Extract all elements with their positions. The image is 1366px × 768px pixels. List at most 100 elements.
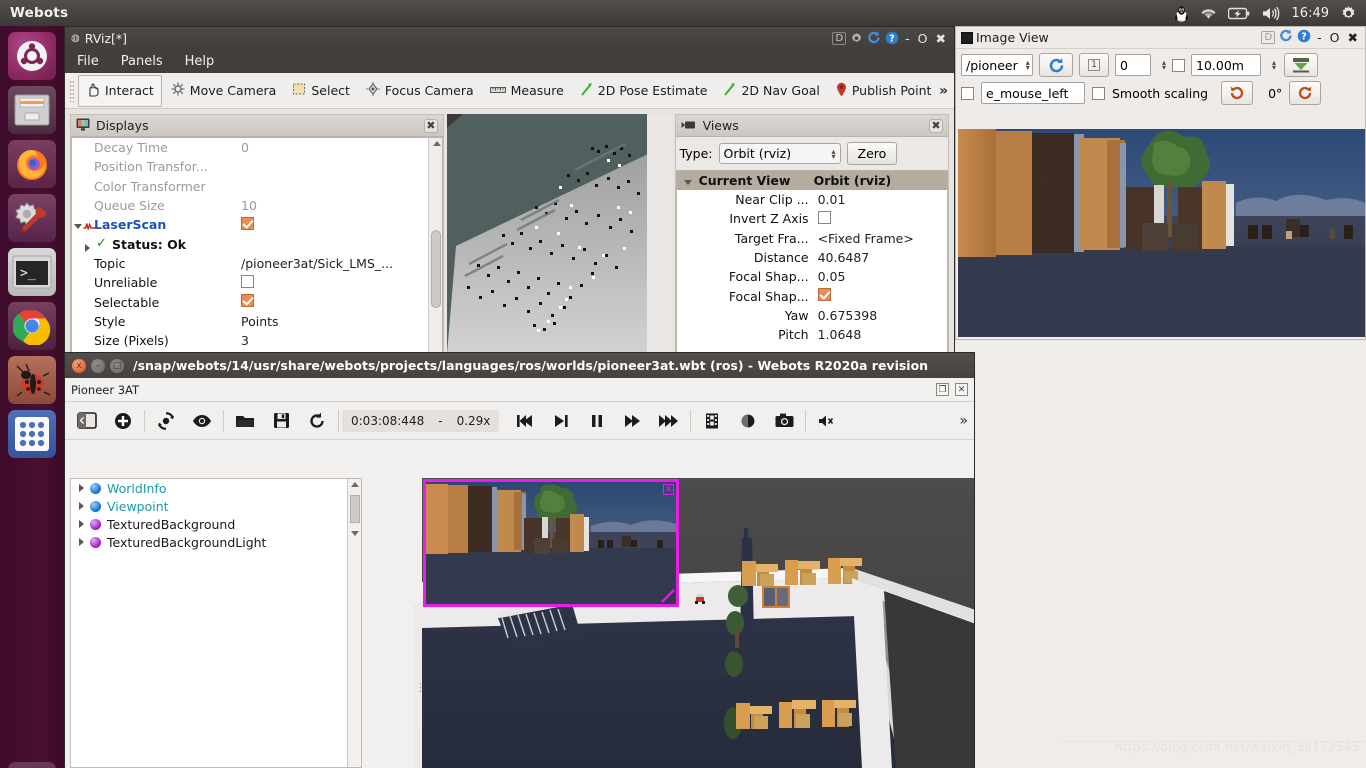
table-row[interactable]: Invert Z Axis	[677, 209, 947, 228]
table-row[interactable]: Focal Shap... 0.05	[677, 267, 947, 286]
table-row-laserscan[interactable]: LaserScan	[72, 215, 428, 234]
table-row[interactable]: Pitch 1.0648	[677, 325, 947, 344]
rviz-minimize-button[interactable]: -	[903, 31, 912, 46]
enabled-checkbox[interactable]	[241, 216, 254, 230]
scroll-up-arrow[interactable]	[351, 482, 359, 487]
topic-combobox[interactable]: /pioneer ▴ ▾	[961, 54, 1033, 76]
frame-count-button[interactable]: 1	[1079, 53, 1109, 77]
scroll-down-arrow[interactable]	[351, 531, 359, 536]
launcher-item-firefox[interactable]	[8, 140, 56, 188]
image-view-canvas[interactable]	[956, 121, 1365, 339]
property-value[interactable]: 10	[237, 198, 428, 213]
battery-icon[interactable]	[1227, 7, 1250, 20]
expander-triangle-icon[interactable]	[79, 484, 84, 492]
rviz-titlebar[interactable]: ◍ RViz[*] D ? - O ✖	[65, 27, 954, 49]
menu-file[interactable]: File	[77, 54, 99, 69]
reload-icon[interactable]	[867, 31, 881, 45]
save-image-button[interactable]	[1284, 53, 1319, 77]
table-row[interactable]: Unreliable	[72, 273, 428, 292]
tool-measure[interactable]: Measure	[483, 78, 571, 103]
rotate-left-button[interactable]	[1221, 81, 1254, 105]
toolbar-take-screenshot-button[interactable]	[766, 406, 802, 436]
toolbar-make-movie-button[interactable]	[694, 406, 730, 436]
dynamic-range-checkbox[interactable]	[1172, 58, 1186, 72]
unreliable-checkbox[interactable]	[241, 274, 254, 288]
toolbar-run-fast-button[interactable]	[651, 406, 687, 436]
webots-titlebar[interactable]: x – □ /snap/webots/14/usr/share/webots/p…	[65, 353, 974, 378]
webots-toolbar-overflow-button[interactable]: »	[959, 413, 968, 429]
tux-icon[interactable]	[1174, 5, 1189, 22]
scene-tree-scrollbar-thumb[interactable]	[350, 495, 360, 523]
launcher-item-webots[interactable]	[8, 356, 56, 404]
toolbar-run-realtime-button[interactable]	[615, 406, 651, 436]
tool-select[interactable]: Select	[285, 77, 357, 104]
tree-node-viewpoint[interactable]: Viewpoint	[71, 497, 347, 515]
property-value-checkbox[interactable]	[237, 294, 428, 310]
displays-property-table[interactable]: Decay Time 0 Position Transfor... Color …	[71, 137, 443, 353]
toolbar-mute-sound-button[interactable]	[809, 406, 845, 436]
camera-overlay-resize-handle[interactable]	[661, 589, 675, 603]
launcher-item-terminal[interactable]: >_	[8, 248, 56, 296]
rotate-right-button[interactable]	[1289, 81, 1322, 105]
tool-2d-nav-goal[interactable]: 2D Nav Goal	[716, 77, 826, 104]
scene-tree[interactable]: WorldInfo Viewpoint TexturedBackground T…	[70, 478, 362, 768]
image-view-titlebar[interactable]: Image View D ? - O ✖	[956, 27, 1365, 49]
rviz-d-icon[interactable]: D	[832, 31, 847, 45]
volume-icon[interactable]	[1261, 6, 1281, 21]
table-row-status[interactable]: ✓ Status: Ok	[72, 234, 428, 253]
webots-splitter[interactable]	[413, 603, 426, 768]
expander-triangle-icon[interactable]	[79, 538, 84, 546]
property-value[interactable]: <Fixed Frame>	[814, 231, 947, 246]
tool-2d-pose-estimate[interactable]: 2D Pose Estimate	[573, 77, 715, 104]
expander-triangle-icon[interactable]	[79, 502, 84, 510]
toolbar-step-forward-button[interactable]	[543, 406, 579, 436]
table-row[interactable]: Distance 40.6487	[677, 248, 947, 267]
smooth-scaling-checkbox[interactable]	[1092, 86, 1105, 100]
table-row[interactable]: Style Points	[72, 312, 428, 331]
help-icon[interactable]: ?	[885, 31, 899, 45]
displays-panel-close-button[interactable]: ✖	[423, 118, 438, 133]
wifi-icon[interactable]	[1200, 6, 1217, 20]
scene-tree-scrollbar[interactable]	[347, 479, 361, 767]
toolbar-pause-button[interactable]	[579, 406, 615, 436]
refresh-topics-button[interactable]	[1039, 53, 1073, 77]
camera-overlay-close-button[interactable]: ✕	[663, 484, 674, 495]
menu-help[interactable]: Help	[185, 54, 215, 69]
toolbar-save-world-button[interactable]	[263, 406, 299, 436]
expander-triangle-icon[interactable]	[79, 520, 84, 528]
view-type-combobox[interactable]: Orbit (rviz) ▴ ▾	[718, 143, 841, 164]
property-value-checkbox[interactable]	[237, 274, 428, 291]
invert-z-axis-checkbox[interactable]	[817, 210, 831, 224]
table-row[interactable]: Yaw 0.675398	[677, 306, 947, 325]
property-value-checkbox[interactable]	[814, 210, 947, 227]
property-value[interactable]: /pioneer3at/Sick_LMS_...	[237, 256, 428, 271]
table-row[interactable]: Selectable	[72, 292, 428, 311]
tool-move-camera[interactable]: Move Camera	[164, 77, 284, 104]
publish-topic-field[interactable]: e_mouse_left	[981, 82, 1085, 104]
system-settings-icon[interactable]	[1340, 5, 1357, 22]
table-row[interactable]: Target Fra... <Fixed Frame>	[677, 229, 947, 248]
property-value[interactable]: 0	[237, 140, 428, 155]
robot-camera-overlay[interactable]: ✕	[423, 479, 679, 607]
tree-node-texturedbackgroundlight[interactable]: TexturedBackgroundLight	[71, 533, 347, 551]
toolbar-view-mode-button[interactable]	[184, 406, 220, 436]
webots-maximize-button[interactable]: □	[110, 358, 124, 373]
image-view-maximize-button[interactable]: O	[1328, 30, 1342, 45]
property-value[interactable]: 40.6487	[814, 250, 947, 265]
index-field[interactable]: 0	[1115, 54, 1151, 76]
max-range-field[interactable]: 10.00m	[1191, 54, 1262, 76]
views-panel-close-button[interactable]: ✖	[929, 118, 943, 133]
property-value[interactable]: Points	[237, 314, 428, 329]
table-row[interactable]: Topic /pioneer3at/Sick_LMS_...	[72, 254, 428, 273]
table-row[interactable]: Focal Shap...	[677, 286, 947, 305]
help-icon[interactable]: ?	[1297, 29, 1311, 46]
toolbar-reset-simulation-button[interactable]	[299, 406, 335, 436]
property-value[interactable]: 3	[237, 333, 428, 348]
table-row[interactable]: Size (Pixels) 3	[72, 331, 428, 350]
rviz-close-button[interactable]: ✖	[934, 31, 948, 46]
launcher-item-chrome[interactable]	[8, 302, 56, 350]
table-row[interactable]: Position Transfor...	[72, 157, 428, 176]
webots-tab-label[interactable]: Pioneer 3AT	[71, 383, 139, 397]
toolbar-grip[interactable]	[69, 79, 74, 102]
image-view-d-icon[interactable]: D	[1261, 31, 1276, 44]
